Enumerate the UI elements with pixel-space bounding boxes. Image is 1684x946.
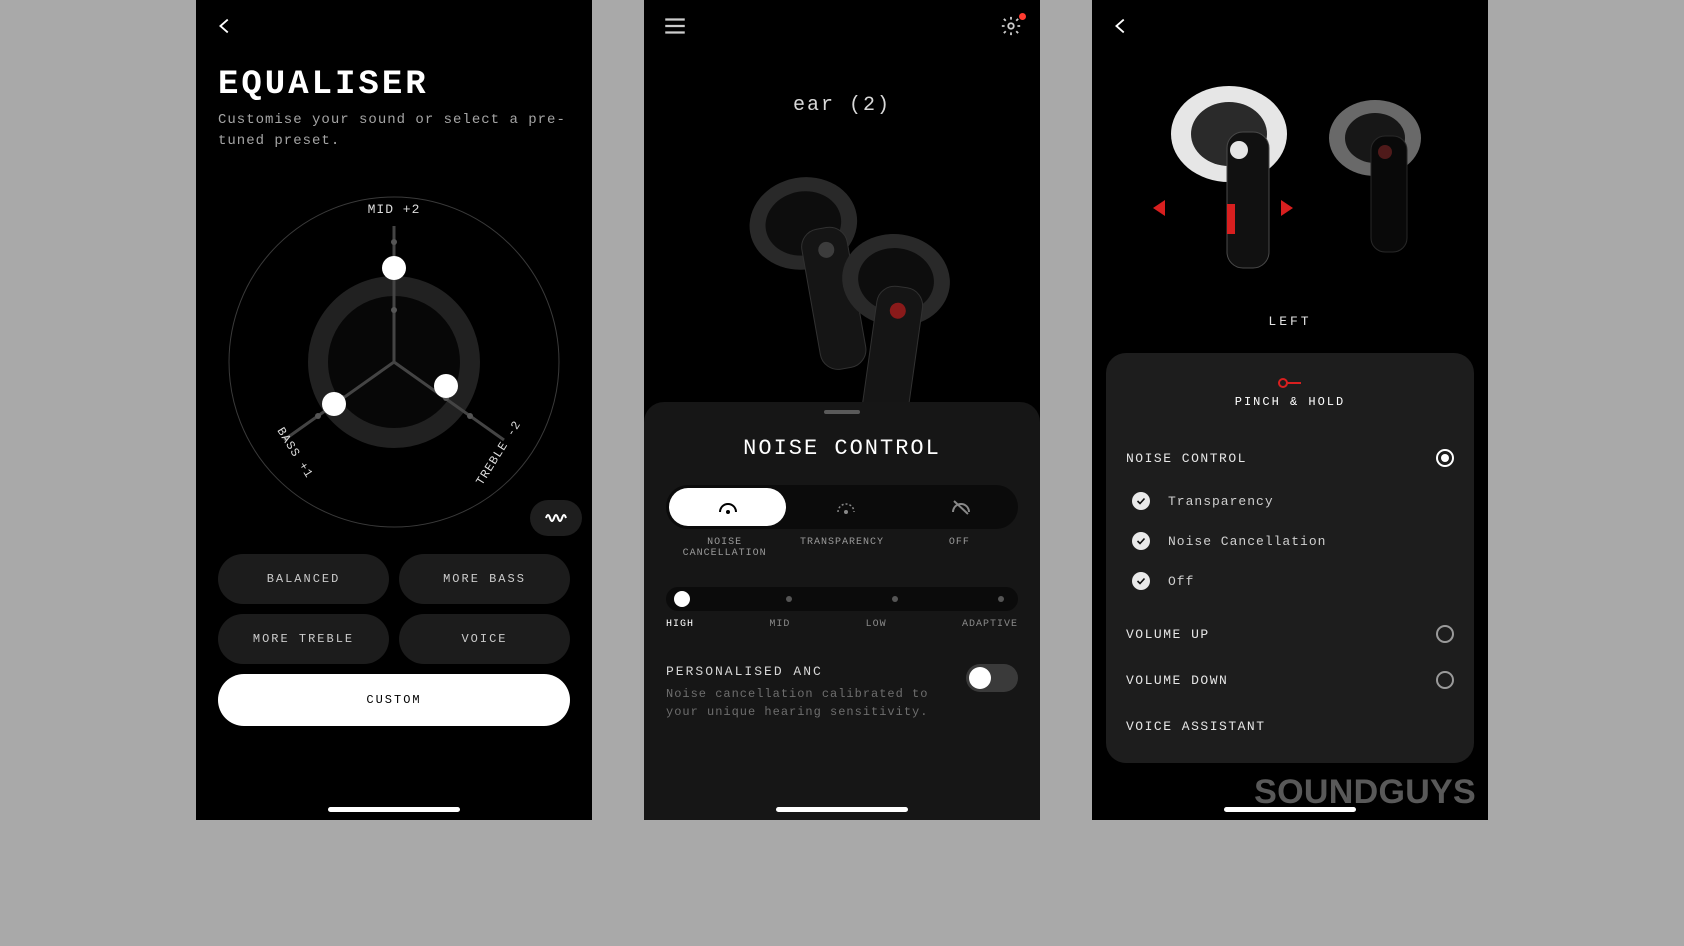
option-label: NOISE CONTROL xyxy=(1126,451,1247,466)
hamburger-icon[interactable] xyxy=(662,13,688,43)
watermark: SOUNDGUYS xyxy=(1254,773,1476,812)
anc-level-labels: HIGH MID LOW ADAPTIVE xyxy=(666,619,1018,630)
noise-control-sheet: NOISE CONTROL NO xyxy=(644,402,1040,820)
seg-label-transparency: TRANSPARENCY xyxy=(783,537,900,559)
topbar xyxy=(1092,0,1488,56)
option-volume-down[interactable]: VOLUME DOWN xyxy=(1126,657,1454,703)
pinch-hold-icon xyxy=(1126,377,1454,389)
home-indicator[interactable] xyxy=(776,807,908,812)
equaliser-screen: EQUALISER Customise your sound or select… xyxy=(196,0,592,820)
back-arrow-icon[interactable] xyxy=(1110,15,1132,41)
earbud-illustration xyxy=(644,151,1040,421)
check-icon xyxy=(1132,572,1150,590)
gesture-name: PINCH & HOLD xyxy=(1126,395,1454,409)
preset-grid: BALANCED MORE BASS MORE TREBLE VOICE xyxy=(196,532,592,664)
dial-svg xyxy=(224,172,564,532)
personalised-anc-row: PERSONALISED ANC Noise cancellation cali… xyxy=(666,664,1018,721)
option-label: VOICE ASSISTANT xyxy=(1126,719,1266,734)
transparency-icon xyxy=(836,498,856,516)
sheet-title: NOISE CONTROL xyxy=(666,436,1018,461)
slider-knob[interactable] xyxy=(674,591,690,607)
earbud-pair xyxy=(1092,70,1488,300)
subopt-off[interactable]: Off xyxy=(1126,561,1454,601)
segment-anc[interactable] xyxy=(669,488,786,526)
anc-level-slider[interactable] xyxy=(666,587,1018,611)
preset-balanced[interactable]: BALANCED xyxy=(218,554,389,604)
preset-voice[interactable]: VOICE xyxy=(399,614,570,664)
subopt-label: Noise Cancellation xyxy=(1168,534,1326,549)
subopt-transparency[interactable]: Transparency xyxy=(1126,481,1454,521)
gesture-card: PINCH & HOLD NOISE CONTROL Transparency … xyxy=(1106,353,1474,763)
topbar xyxy=(644,0,1040,56)
preset-more-treble[interactable]: MORE TREBLE xyxy=(218,614,389,664)
seg-label-off: OFF xyxy=(901,537,1018,559)
radio-selected-icon xyxy=(1436,449,1454,467)
panc-title: PERSONALISED ANC xyxy=(666,664,936,679)
anc-level-mid: MID xyxy=(769,619,790,630)
preset-custom[interactable]: CUSTOM xyxy=(218,674,570,726)
radio-unselected-icon xyxy=(1436,671,1454,689)
axis-mid-label: MID +2 xyxy=(368,202,421,217)
panc-toggle[interactable] xyxy=(966,664,1018,692)
check-icon xyxy=(1132,532,1150,550)
radio-unselected-icon xyxy=(1436,625,1454,643)
home-indicator[interactable] xyxy=(328,807,460,812)
panc-description: Noise cancellation calibrated to your un… xyxy=(666,685,936,721)
gesture-config-screen: LEFT PINCH & HOLD NOISE CONTROL Transpar… xyxy=(1092,0,1488,820)
option-volume-up[interactable]: VOLUME UP xyxy=(1126,611,1454,657)
page-subtitle: Customise your sound or select a pre-tun… xyxy=(196,110,592,166)
subopt-label: Transparency xyxy=(1168,494,1274,509)
anc-level-adaptive: ADAPTIVE xyxy=(962,619,1018,630)
segment-transparency[interactable] xyxy=(789,498,903,516)
option-noise-control[interactable]: NOISE CONTROL xyxy=(1126,435,1454,481)
noise-mode-segmented[interactable] xyxy=(666,485,1018,529)
off-icon xyxy=(950,497,972,517)
slider-tick xyxy=(892,596,898,602)
option-voice-assistant[interactable]: VOICE ASSISTANT xyxy=(1126,703,1454,749)
sheet-handle[interactable] xyxy=(824,410,860,414)
option-label: VOLUME UP xyxy=(1126,627,1210,642)
toggle-knob xyxy=(969,667,991,689)
subopt-label: Off xyxy=(1168,574,1194,589)
anc-level-high: HIGH xyxy=(666,619,694,630)
back-arrow-icon[interactable] xyxy=(214,15,236,41)
preset-more-bass[interactable]: MORE BASS xyxy=(399,554,570,604)
segment-labels: NOISE CANCELLATION TRANSPARENCY OFF xyxy=(666,537,1018,559)
check-icon xyxy=(1132,492,1150,510)
slider-tick xyxy=(786,596,792,602)
equaliser-dial[interactable]: MID +2 BASS +1 TREBLE -2 xyxy=(196,172,592,532)
slider-tick xyxy=(998,596,1004,602)
waveform-icon xyxy=(545,510,567,526)
topbar xyxy=(196,0,592,56)
page-title: EQUALISER xyxy=(196,56,592,110)
notification-dot-icon xyxy=(1019,13,1026,20)
product-name: ear (2) xyxy=(644,94,1040,117)
option-label: VOLUME DOWN xyxy=(1126,673,1228,688)
segment-off[interactable] xyxy=(904,497,1018,517)
anc-level-low: LOW xyxy=(866,619,887,630)
anc-icon xyxy=(717,498,739,516)
advanced-eq-button[interactable] xyxy=(530,500,582,536)
settings-button[interactable] xyxy=(1000,15,1022,41)
subopt-noise-cancellation[interactable]: Noise Cancellation xyxy=(1126,521,1454,561)
side-label: LEFT xyxy=(1092,314,1488,329)
seg-label-anc: NOISE CANCELLATION xyxy=(666,537,783,559)
noise-control-screen: ear (2) NOISE CONTROL xyxy=(644,0,1040,820)
